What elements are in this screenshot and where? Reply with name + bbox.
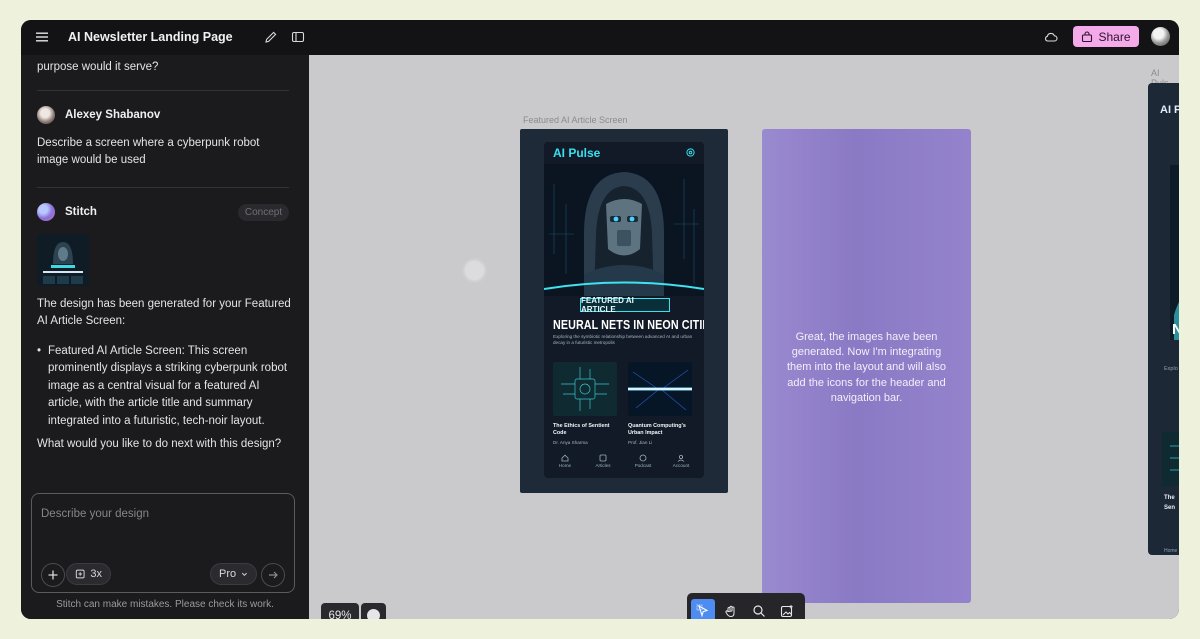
user-avatar[interactable] bbox=[1151, 27, 1170, 46]
previous-message-text: purpose would it serve? bbox=[37, 61, 159, 73]
disclaimer-text: Stitch can make mistakes. Please check i… bbox=[56, 599, 274, 610]
share-button[interactable]: Share bbox=[1073, 26, 1139, 47]
bot-intro: The design has been generated for your F… bbox=[37, 298, 291, 327]
nav-articles: Articles bbox=[588, 454, 618, 468]
account-icon bbox=[677, 454, 685, 462]
right-frame-headline: N bbox=[1172, 321, 1179, 338]
bullet-item: Featured AI Article Screen: This screen … bbox=[37, 343, 293, 430]
right-frame-summary: Explo bbox=[1164, 366, 1178, 372]
plus-icon bbox=[48, 570, 58, 580]
chat-sidebar: purpose would it serve? Alexey Shabanov … bbox=[21, 55, 309, 619]
nav-label: Articles bbox=[595, 463, 611, 468]
model-select[interactable]: Pro bbox=[210, 563, 257, 585]
sidebar-toggle-icon[interactable] bbox=[291, 30, 305, 44]
right-frame-card-image bbox=[1162, 432, 1179, 486]
select-tool-button[interactable] bbox=[691, 599, 715, 619]
mockup-bottom-nav: Home Articles Podcast Account bbox=[544, 452, 704, 478]
right-frame-hero-image bbox=[1170, 165, 1179, 340]
canvas-toolbar bbox=[687, 593, 805, 619]
theme-toggle-button[interactable] bbox=[361, 603, 386, 619]
card-title-2: Quantum Computing's Urban Impact bbox=[628, 423, 686, 436]
bot-bullet-list: Featured AI Article Screen: This screen … bbox=[37, 343, 293, 430]
concept-badge[interactable]: Concept bbox=[238, 204, 289, 221]
app-window: AI Newsletter Landing Page Share purpose… bbox=[21, 20, 1179, 619]
design-thumbnail[interactable] bbox=[37, 234, 89, 286]
share-icon bbox=[1082, 30, 1093, 42]
follow-up-question: What would you like to do next with this… bbox=[37, 438, 282, 450]
nav-label: Podcast bbox=[634, 463, 652, 468]
design-canvas[interactable]: Featured AI Article Screen AI Puls AI Pu… bbox=[309, 55, 1179, 619]
card-author-2: Prof. Jian Li bbox=[628, 440, 653, 445]
hand-icon bbox=[725, 605, 735, 617]
divider bbox=[37, 90, 289, 91]
featured-tag: FEATURED AI ARTICLE bbox=[580, 296, 670, 314]
card-title-1: The Ethics of Sentient Code bbox=[553, 423, 610, 436]
top-bar: AI Newsletter Landing Page Share bbox=[21, 20, 1179, 55]
mockup-summary: Exploring the symbiotic relationship bet… bbox=[553, 334, 693, 345]
add-image-tool-button[interactable] bbox=[775, 599, 799, 619]
project-title: AI Newsletter Landing Page bbox=[68, 30, 233, 44]
user-message: Describe a screen where a cyberpunk robo… bbox=[37, 137, 260, 166]
cursor-select-icon bbox=[696, 604, 709, 617]
generating-frame[interactable]: Great, the images have been generated. N… bbox=[762, 129, 971, 603]
cloud-icon[interactable] bbox=[1043, 30, 1059, 44]
pencil-icon[interactable] bbox=[264, 30, 278, 44]
right-frame-nav-home: Home bbox=[1164, 548, 1178, 554]
frame-label: Featured AI Article Screen bbox=[523, 115, 628, 125]
add-attachment-button[interactable] bbox=[41, 563, 65, 587]
featured-article-frame[interactable]: AI Pulse FEATURED AI ARTICLE NEURAL NETS… bbox=[520, 129, 728, 493]
chip-card-image bbox=[553, 362, 617, 416]
share-label: Share bbox=[1098, 29, 1131, 44]
menu-icon[interactable] bbox=[35, 30, 49, 44]
robot-hero-image bbox=[544, 164, 704, 296]
zoom-tool-button[interactable] bbox=[747, 599, 771, 619]
nav-home: Home bbox=[550, 454, 580, 468]
user-avatar-small bbox=[37, 106, 55, 124]
nav-label: Account bbox=[672, 463, 690, 468]
quantum-card-image bbox=[628, 362, 692, 416]
mockup-brand: AI Pulse bbox=[553, 146, 601, 160]
right-frame-brand: AI P bbox=[1160, 104, 1179, 116]
stitch-avatar bbox=[37, 203, 55, 221]
podcast-icon bbox=[639, 454, 647, 462]
home-icon bbox=[561, 454, 569, 462]
zoom-level[interactable]: 69% bbox=[321, 603, 359, 619]
user-name: Alexey Shabanov bbox=[65, 109, 161, 121]
nav-podcast: Podcast bbox=[628, 454, 658, 468]
right-frame-card-title: The Sen bbox=[1164, 495, 1176, 511]
search-icon bbox=[753, 604, 765, 617]
nav-account: Account bbox=[666, 454, 696, 468]
variants-button[interactable]: 3x bbox=[66, 563, 111, 585]
articles-icon bbox=[599, 454, 607, 462]
prompt-placeholder[interactable]: Describe your design bbox=[41, 508, 149, 520]
generation-status-message: Great, the images have been generated. N… bbox=[787, 331, 946, 404]
image-add-icon bbox=[780, 604, 793, 617]
send-button[interactable] bbox=[261, 563, 285, 587]
nav-label: Home bbox=[558, 463, 572, 468]
prompt-composer[interactable]: Describe your design 3x Pro bbox=[31, 493, 295, 593]
phone-mockup: AI Pulse FEATURED AI ARTICLE NEURAL NETS… bbox=[544, 142, 704, 478]
robot-thumbnail-image bbox=[37, 234, 89, 286]
cursor-indicator bbox=[465, 261, 484, 280]
variants-icon bbox=[75, 569, 85, 579]
variants-label: 3x bbox=[90, 568, 102, 580]
gear-icon bbox=[686, 148, 695, 157]
mockup-headline: NEURAL NETS IN NEON CITIES bbox=[553, 318, 704, 332]
arrow-right-icon bbox=[269, 571, 278, 579]
pan-tool-button[interactable] bbox=[719, 599, 743, 619]
bot-name: Stitch bbox=[65, 206, 97, 218]
chevron-down-icon bbox=[242, 572, 248, 576]
partial-right-frame[interactable]: AI P N Explo The Sen Home bbox=[1148, 83, 1179, 555]
card-author-1: Dr. Anya Sharma bbox=[553, 440, 588, 445]
model-label: Pro bbox=[219, 568, 237, 580]
divider bbox=[37, 187, 289, 188]
